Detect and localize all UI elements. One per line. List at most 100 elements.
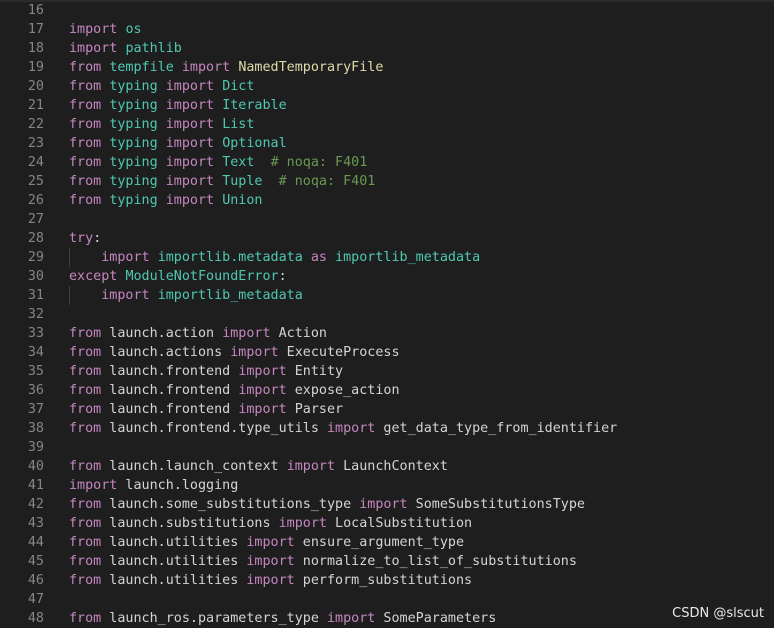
code-line[interactable]: 40 from launch.launch_context import Laun…: [0, 457, 774, 476]
code-line[interactable]: 47: [0, 590, 774, 609]
token-kw: from: [69, 497, 102, 512]
code-line[interactable]: 23 from typing import Optional: [0, 134, 774, 153]
token-kw: import: [286, 459, 336, 474]
token-kw: except: [69, 269, 118, 284]
token-kw: import: [181, 60, 231, 75]
code-text: import importlib.metadata as importlib_m…: [69, 248, 480, 267]
code-line[interactable]: 16: [0, 1, 774, 20]
line-number: 44: [27, 535, 44, 550]
token-mod: Iterable: [222, 98, 287, 113]
code-text: from typing import List: [69, 115, 254, 134]
code-line[interactable]: 18 import pathlib: [0, 39, 774, 58]
token-kw: import: [246, 535, 295, 550]
token-kw: from: [69, 193, 102, 208]
token-plain: get_data_type_from_identifier: [375, 421, 618, 436]
token-kw: from: [69, 345, 102, 360]
line-number: 27: [27, 212, 44, 227]
code-line[interactable]: 21 from typing import Iterable: [0, 96, 774, 115]
token-kw: import: [359, 497, 408, 512]
code-line[interactable]: 22 from typing import List: [0, 115, 774, 134]
token-kw: import: [326, 611, 376, 626]
code-line[interactable]: 20 from typing import Dict: [0, 77, 774, 96]
token-mod: tempfile: [109, 60, 174, 75]
token-plain: expose_action: [286, 383, 400, 398]
token-plain: :: [93, 231, 102, 246]
code-line[interactable]: 34 from launch.actions import ExecuteProc…: [0, 343, 774, 362]
code-line[interactable]: 45 from launch.utilities import normalize…: [0, 552, 774, 571]
code-line[interactable]: 35 from launch.frontend import Entity: [0, 362, 774, 381]
code-line[interactable]: 38 from launch.frontend.type_utils import…: [0, 419, 774, 438]
code-line[interactable]: 44 from launch.utilities import ensure_ar…: [0, 533, 774, 552]
token-plain: launch.frontend: [101, 364, 239, 379]
code-text: from typing import Text # noqa: F401: [69, 153, 367, 172]
token-kw: from: [69, 535, 102, 550]
token-plain: launch.utilities: [101, 535, 247, 550]
code-line[interactable]: 48 from launch_ros.parameters_type import…: [0, 609, 774, 628]
line-number: 28: [27, 231, 44, 246]
code-line[interactable]: 43 from launch.substitutions import Local…: [0, 514, 774, 533]
code-line[interactable]: 32: [0, 305, 774, 324]
token-plain: launch.frontend: [101, 402, 239, 417]
code-line[interactable]: 26 from typing import Union: [0, 191, 774, 210]
line-number: 33: [27, 326, 44, 341]
code-line[interactable]: 19 from tempfile import NamedTemporaryFil…: [0, 58, 774, 77]
token-kw: from: [69, 516, 102, 531]
line-number: 39: [27, 440, 44, 455]
code-line[interactable]: 37 from launch.frontend import Parser: [0, 400, 774, 419]
code-line[interactable]: 31 import importlib_metadata: [0, 286, 774, 305]
code-line[interactable]: 27: [0, 210, 774, 229]
code-line[interactable]: 42 from launch.some_substitutions_type im…: [0, 495, 774, 514]
token-mod: typing: [109, 79, 158, 94]
token-kw: import: [246, 573, 295, 588]
token-cmt: # noqa: F401: [278, 174, 376, 189]
token-kw: try: [69, 231, 94, 246]
line-number: 26: [27, 193, 44, 208]
code-line[interactable]: 46 from launch.utilities import perform_s…: [0, 571, 774, 590]
code-line[interactable]: 25 from typing import Tuple # noqa: F401: [0, 172, 774, 191]
token-mod: Tuple: [222, 174, 263, 189]
code-line[interactable]: 39: [0, 438, 774, 457]
token-plain: perform_substitutions: [294, 573, 473, 588]
code-line[interactable]: 28 try:: [0, 229, 774, 248]
token-kw: import: [165, 136, 215, 151]
code-text: from typing import Tuple # noqa: F401: [69, 172, 375, 191]
code-text: from typing import Optional: [69, 134, 287, 153]
code-line[interactable]: 17 import os: [0, 20, 774, 39]
code-text: from launch.utilities import perform_sub…: [69, 571, 472, 590]
code-editor[interactable]: 16 17 import os 18 import pathlib 19 from temp…: [0, 1, 774, 628]
token-plain: launch.frontend: [101, 383, 239, 398]
token-mod: Text: [222, 155, 255, 170]
code-line[interactable]: 41 import launch.logging: [0, 476, 774, 495]
token-kw: import: [101, 288, 150, 303]
token-exc: ModuleNotFoundError: [125, 269, 279, 284]
code-line[interactable]: 24 from typing import Text # noqa: F401: [0, 153, 774, 172]
code-text: from typing import Union: [69, 191, 263, 210]
line-number: 18: [27, 41, 44, 56]
line-number: 24: [27, 155, 44, 170]
code-text: from launch.utilities import ensure_argu…: [69, 533, 464, 552]
code-text: import importlib_metadata: [69, 286, 303, 305]
line-number: 29: [27, 250, 44, 265]
code-text: from launch.utilities import normalize_t…: [69, 552, 577, 571]
code-line[interactable]: 33 from launch.action import Action: [0, 324, 774, 343]
token-mod: typing: [109, 155, 158, 170]
code-line[interactable]: 29 import importlib.metadata as importli…: [0, 248, 774, 267]
code-text: from launch.frontend import expose_actio…: [69, 381, 400, 400]
line-number: 22: [27, 117, 44, 132]
token-plain: launch.action: [101, 326, 223, 341]
token-kw: import: [69, 41, 118, 56]
token-kw: import: [238, 402, 287, 417]
token-mod: Optional: [222, 136, 287, 151]
code-line[interactable]: 36 from launch.frontend import expose_act…: [0, 381, 774, 400]
line-number: 16: [27, 3, 44, 18]
code-line[interactable]: 30 except ModuleNotFoundError:: [0, 267, 774, 286]
token-mod: importlib_metadata: [157, 288, 303, 303]
